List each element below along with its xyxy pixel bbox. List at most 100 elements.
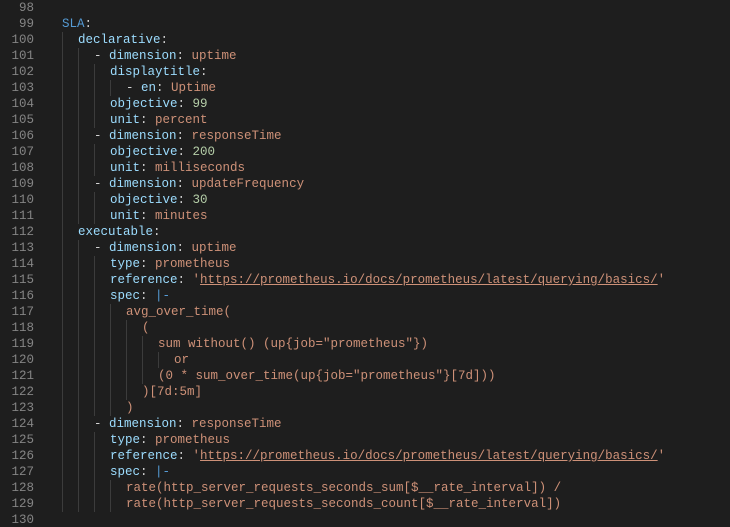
code-line[interactable]: avg_over_time(: [46, 304, 730, 320]
line-number: 102: [0, 64, 34, 80]
code-line[interactable]: - en: Uptime: [46, 80, 730, 96]
code-token: objective: [110, 144, 178, 160]
code-token: :: [177, 48, 192, 64]
code-line[interactable]: objective: 30: [46, 192, 730, 208]
code-token: :: [178, 192, 193, 208]
code-line[interactable]: objective: 99: [46, 96, 730, 112]
code-token: :: [140, 160, 155, 176]
code-token: :: [140, 112, 155, 128]
code-token: :: [177, 128, 192, 144]
code-token: :: [177, 240, 192, 256]
code-line[interactable]: [46, 0, 730, 16]
code-line[interactable]: sum without() (up{job="prometheus"}): [46, 336, 730, 352]
code-token: -: [94, 128, 109, 144]
code-token: dimension: [109, 416, 177, 432]
code-line[interactable]: - dimension: uptime: [46, 240, 730, 256]
code-line[interactable]: - dimension: uptime: [46, 48, 730, 64]
code-token: -: [126, 80, 141, 96]
code-token: executable: [78, 224, 153, 240]
line-number: 113: [0, 240, 34, 256]
code-line[interactable]: displaytitle:: [46, 64, 730, 80]
code-token: displaytitle: [110, 64, 200, 80]
code-line[interactable]: type: prometheus: [46, 256, 730, 272]
code-token: :: [140, 464, 155, 480]
line-number: 128: [0, 480, 34, 496]
line-number: 126: [0, 448, 34, 464]
code-token: |-: [155, 464, 170, 480]
code-token: reference: [110, 272, 178, 288]
code-token: https://prometheus.io/docs/prometheus/la…: [200, 448, 658, 464]
code-line[interactable]: (0 * sum_over_time(up{job="prometheus"}[…: [46, 368, 730, 384]
code-token: :: [177, 176, 192, 192]
code-token: 30: [193, 192, 208, 208]
line-number: 119: [0, 336, 34, 352]
code-line[interactable]: objective: 200: [46, 144, 730, 160]
code-line[interactable]: unit: milliseconds: [46, 160, 730, 176]
code-token: milliseconds: [155, 160, 245, 176]
code-token: objective: [110, 192, 178, 208]
code-token: 99: [193, 96, 208, 112]
code-token: uptime: [192, 240, 237, 256]
line-number: 109: [0, 176, 34, 192]
code-line[interactable]: - dimension: updateFrequency: [46, 176, 730, 192]
code-token: Uptime: [171, 80, 216, 96]
code-token: :: [200, 64, 208, 80]
code-line[interactable]: declarative:: [46, 32, 730, 48]
line-number: 125: [0, 432, 34, 448]
code-line[interactable]: executable:: [46, 224, 730, 240]
line-number: 120: [0, 352, 34, 368]
code-line[interactable]: rate(http_server_requests_seconds_count[…: [46, 496, 730, 512]
code-token: percent: [155, 112, 208, 128]
code-line[interactable]: [46, 512, 730, 527]
code-line[interactable]: )[7d:5m]: [46, 384, 730, 400]
line-number: 100: [0, 32, 34, 48]
code-token: ': [658, 272, 666, 288]
code-token: objective: [110, 96, 178, 112]
code-line[interactable]: or: [46, 352, 730, 368]
code-line[interactable]: (: [46, 320, 730, 336]
code-token: declarative: [78, 32, 161, 48]
line-number: 124: [0, 416, 34, 432]
code-line[interactable]: ): [46, 400, 730, 416]
code-token: (0 * sum_over_time(up{job="prometheus"}[…: [158, 368, 496, 384]
code-area[interactable]: SLA: declarative: - dimension: uptime di…: [42, 0, 730, 527]
line-number: 98: [0, 0, 34, 16]
code-line[interactable]: SLA:: [46, 16, 730, 32]
code-token: dimension: [109, 128, 177, 144]
code-token: spec: [110, 464, 140, 480]
line-number: 107: [0, 144, 34, 160]
line-number: 110: [0, 192, 34, 208]
code-token: -: [94, 48, 109, 64]
code-token: :: [156, 80, 171, 96]
code-editor[interactable]: 9899100101102103104105106107108109110111…: [0, 0, 730, 527]
code-line[interactable]: reference: 'https://prometheus.io/docs/p…: [46, 448, 730, 464]
code-token: avg_over_time(: [126, 304, 231, 320]
line-number: 106: [0, 128, 34, 144]
code-token: :: [178, 272, 193, 288]
code-token: dimension: [109, 176, 177, 192]
code-token: en: [141, 80, 156, 96]
line-number: 104: [0, 96, 34, 112]
code-line[interactable]: spec: |-: [46, 464, 730, 480]
code-token: https://prometheus.io/docs/prometheus/la…: [200, 272, 658, 288]
code-line[interactable]: - dimension: responseTime: [46, 128, 730, 144]
line-number: 122: [0, 384, 34, 400]
code-line[interactable]: rate(http_server_requests_seconds_sum[$_…: [46, 480, 730, 496]
line-number: 111: [0, 208, 34, 224]
code-token: ': [193, 448, 201, 464]
code-token: ': [193, 272, 201, 288]
code-token: reference: [110, 448, 178, 464]
code-token: dimension: [109, 240, 177, 256]
code-line[interactable]: type: prometheus: [46, 432, 730, 448]
code-line[interactable]: spec: |-: [46, 288, 730, 304]
line-number: 129: [0, 496, 34, 512]
code-token: spec: [110, 288, 140, 304]
code-token: responseTime: [192, 416, 282, 432]
code-line[interactable]: unit: minutes: [46, 208, 730, 224]
code-line[interactable]: unit: percent: [46, 112, 730, 128]
code-line[interactable]: reference: 'https://prometheus.io/docs/p…: [46, 272, 730, 288]
code-token: ): [126, 400, 134, 416]
code-token: responseTime: [192, 128, 282, 144]
code-token: prometheus: [155, 432, 230, 448]
code-line[interactable]: - dimension: responseTime: [46, 416, 730, 432]
